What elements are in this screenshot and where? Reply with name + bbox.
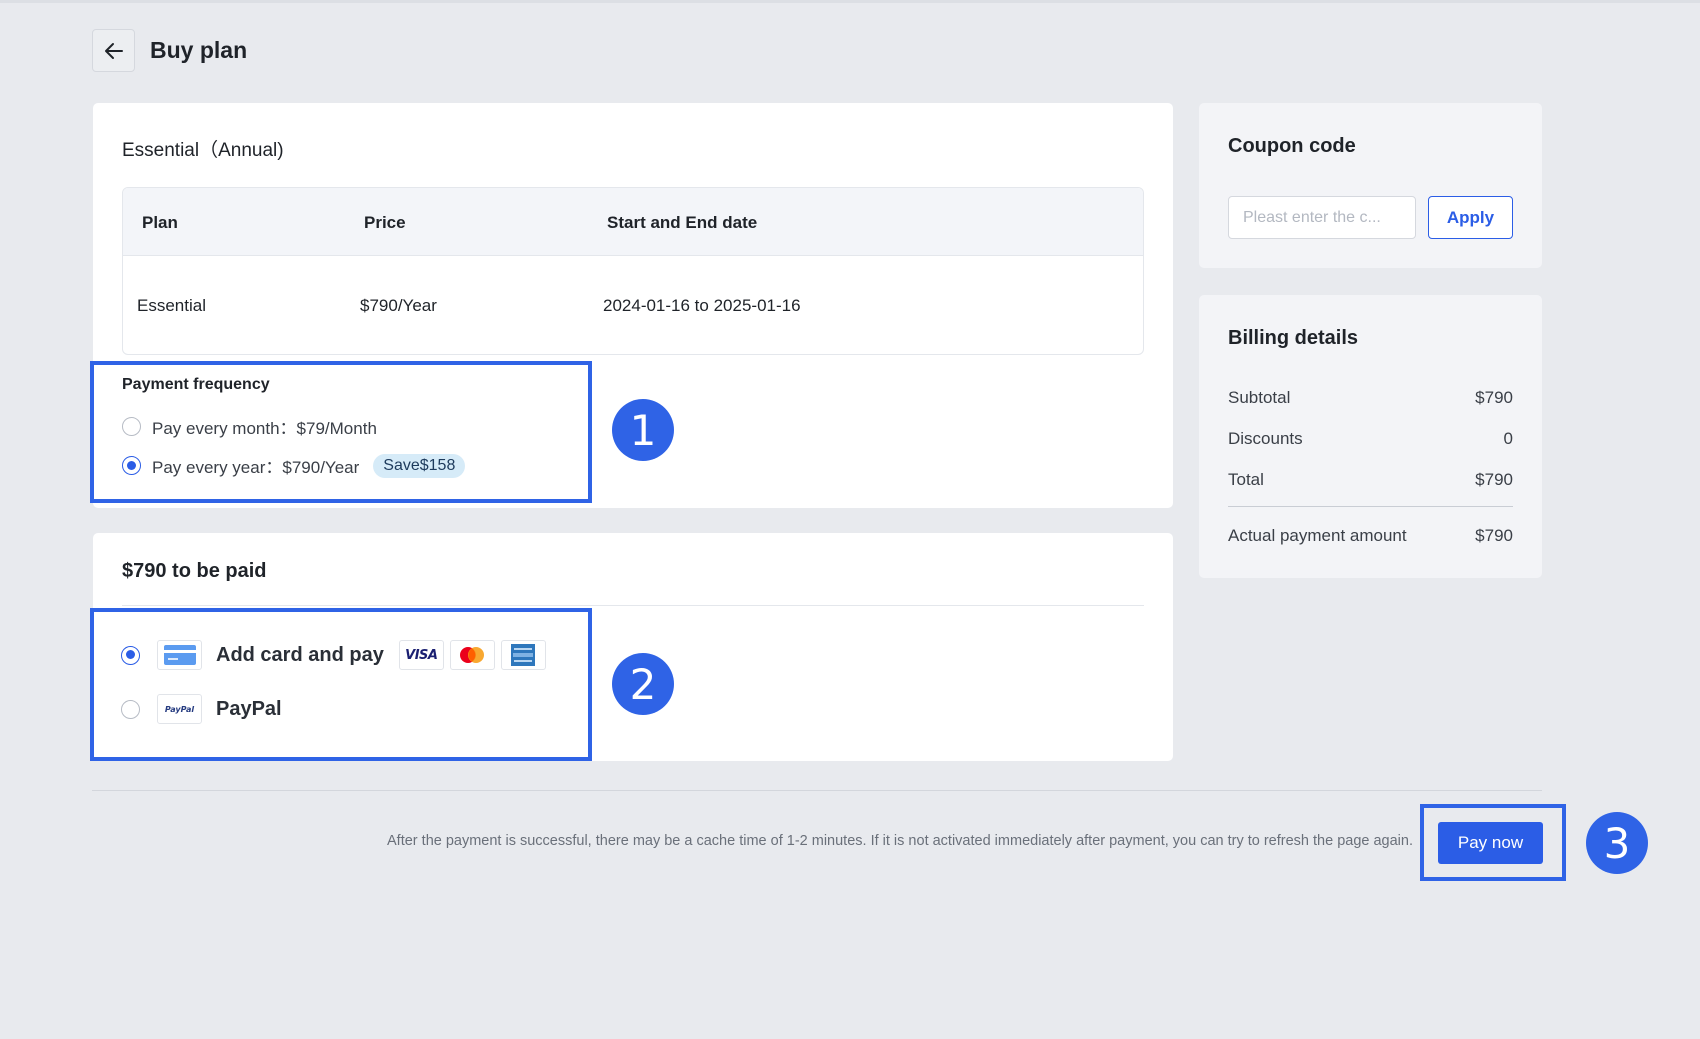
frequency-option-monthly[interactable]: Pay every month：$79/Month [122, 414, 377, 439]
mastercard-icon [449, 640, 495, 670]
credit-card-icon [157, 640, 202, 670]
column-header-plan: Plan [142, 213, 178, 232]
coupon-input[interactable] [1228, 196, 1416, 239]
column-header-price: Price [364, 213, 406, 232]
plan-name: Essential（Annual) [122, 140, 284, 161]
save-badge: Save$158 [373, 453, 466, 478]
top-edge [0, 0, 1700, 3]
billing-value: $790 [1475, 526, 1513, 545]
radio-paypal[interactable] [121, 699, 140, 719]
payment-method-paypal[interactable]: PayPal PayPal [121, 694, 282, 724]
radio-card[interactable] [121, 645, 140, 665]
billing-row-total: Total $790 [1228, 470, 1513, 490]
cell-price: $790/Year [360, 296, 437, 315]
amex-icon [500, 640, 546, 670]
payment-method-card[interactable]: Add card and pay VISA [121, 640, 546, 670]
pay-now-button[interactable]: Pay now [1438, 822, 1543, 864]
billing-label: Subtotal [1228, 388, 1291, 407]
footer-divider [92, 790, 1542, 791]
billing-value: 0 [1503, 429, 1513, 448]
frequency-option-yearly[interactable]: Pay every year：$790/Year Save$158 [122, 453, 466, 478]
billing-value: $790 [1475, 388, 1513, 407]
frequency-option-label: Pay every year：$790/Year [152, 458, 360, 477]
payment-note: After the payment is successful, there m… [387, 833, 1413, 849]
frequency-option-label: Pay every month：$79/Month [152, 419, 377, 438]
table-row: Essential $790/Year 2024-01-16 to 2025-0… [123, 256, 1143, 354]
payment-method-label: PayPal [216, 697, 282, 720]
back-button[interactable] [92, 29, 135, 72]
billing-label: Total [1228, 470, 1264, 489]
billing-value: $790 [1475, 470, 1513, 489]
page-title: Buy plan [150, 37, 248, 63]
billing-title: Billing details [1228, 327, 1359, 349]
amount-to-pay-title: $790 to be paid [122, 560, 267, 582]
billing-row-actual-payment: Actual payment amount $790 [1228, 526, 1513, 546]
billing-row-discounts: Discounts 0 [1228, 429, 1513, 449]
payment-card: $790 to be paid Add card and pay VISA Pa… [93, 533, 1173, 761]
radio-yearly[interactable] [122, 456, 141, 475]
billing-card: Billing details Subtotal $790 Discounts … [1199, 295, 1542, 578]
billing-row-subtotal: Subtotal $790 [1228, 388, 1513, 408]
billing-label: Discounts [1228, 429, 1303, 448]
cell-plan: Essential [137, 296, 206, 315]
table-header: Plan Price Start and End date [123, 188, 1143, 256]
coupon-title: Coupon code [1228, 135, 1356, 157]
apply-button[interactable]: Apply [1428, 196, 1513, 239]
divider [1228, 506, 1513, 507]
visa-icon: VISA [398, 640, 444, 670]
coupon-card: Coupon code Apply [1199, 103, 1542, 268]
divider [122, 605, 1144, 606]
payment-method-label: Add card and pay [216, 643, 384, 666]
billing-label: Actual payment amount [1228, 526, 1407, 545]
cell-dates: 2024-01-16 to 2025-01-16 [603, 296, 801, 315]
step-badge-1: 1 [612, 399, 674, 461]
step-badge-2: 2 [612, 653, 674, 715]
page-header: Buy plan [92, 29, 247, 72]
arrow-left-icon [104, 42, 123, 59]
radio-monthly[interactable] [122, 417, 141, 436]
paypal-icon: PayPal [157, 694, 202, 724]
plan-table: Plan Price Start and End date Essential … [122, 187, 1144, 355]
step-badge-3: 3 [1586, 812, 1648, 874]
column-header-dates: Start and End date [607, 213, 758, 232]
payment-frequency-title: Payment frequency [122, 376, 270, 393]
